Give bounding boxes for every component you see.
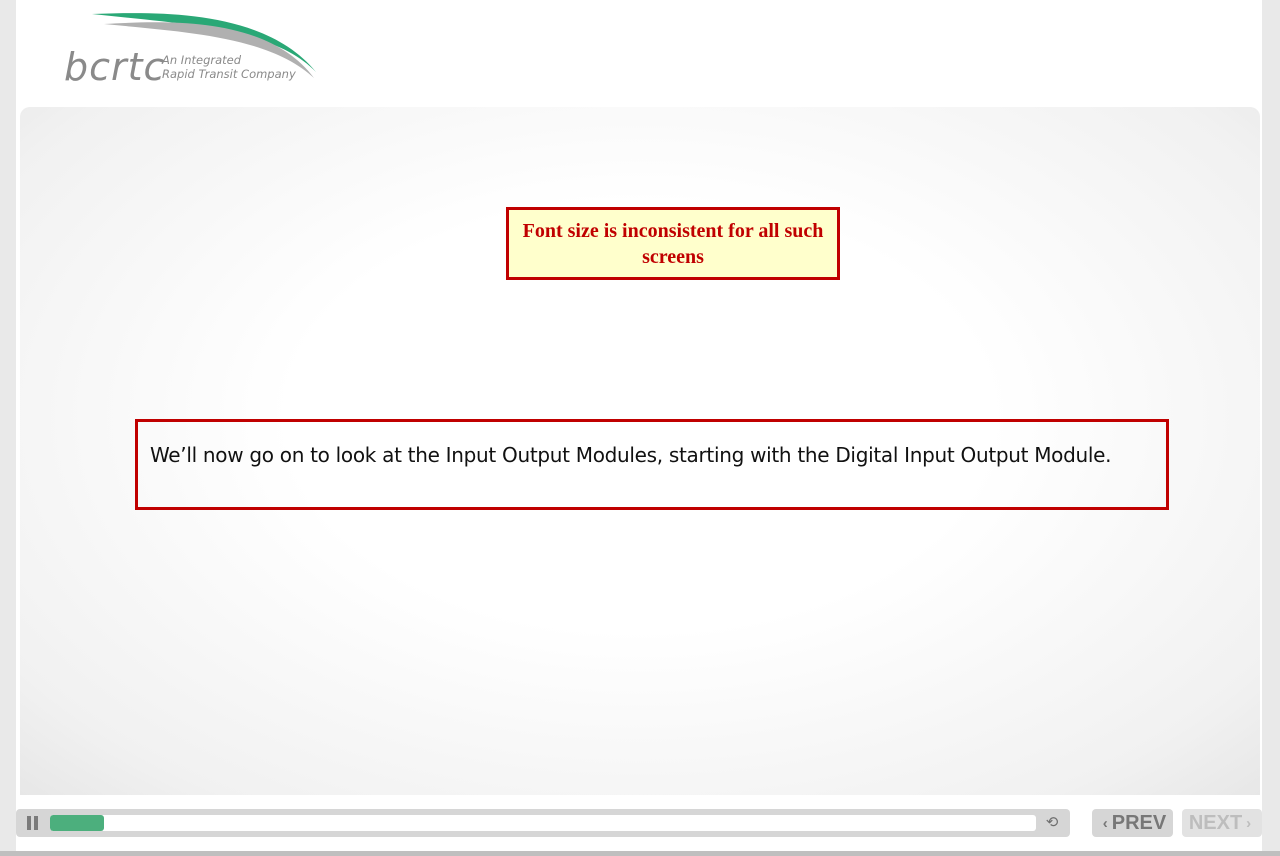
slide-body-text: We’ll now go on to look at the Input Out…: [150, 443, 1112, 467]
taskbar-strip: [0, 851, 1280, 856]
chevron-left-icon: ‹: [1102, 814, 1108, 832]
next-button[interactable]: NEXT ›: [1182, 809, 1262, 837]
progress-fill: [50, 815, 105, 831]
next-button-label: NEXT: [1188, 811, 1243, 834]
playback-bar: ⟲: [16, 809, 1070, 837]
review-note-text: Font size is inconsistent for all such s…: [522, 219, 824, 268]
pause-icon[interactable]: [26, 816, 40, 830]
logo-tagline: An Integrated Rapid Transit Company: [162, 53, 296, 81]
logo-tagline-line2: Rapid Transit Company: [162, 67, 296, 81]
prev-button-label: PREV: [1111, 811, 1167, 834]
slide-text-box: We’ll now go on to look at the Input Out…: [135, 419, 1169, 510]
prev-button[interactable]: ‹ PREV: [1092, 809, 1173, 837]
progress-track[interactable]: [50, 815, 1036, 831]
logo-tagline-line1: An Integrated: [162, 53, 242, 67]
review-note: Font size is inconsistent for all such s…: [506, 207, 840, 280]
replay-icon[interactable]: ⟲: [1044, 815, 1060, 831]
chevron-right-icon: ›: [1246, 814, 1252, 832]
logo-wordmark: bcrtc: [64, 45, 166, 89]
bcrtc-logo: bcrtc An Integrated Rapid Transit Compan…: [64, 10, 316, 86]
